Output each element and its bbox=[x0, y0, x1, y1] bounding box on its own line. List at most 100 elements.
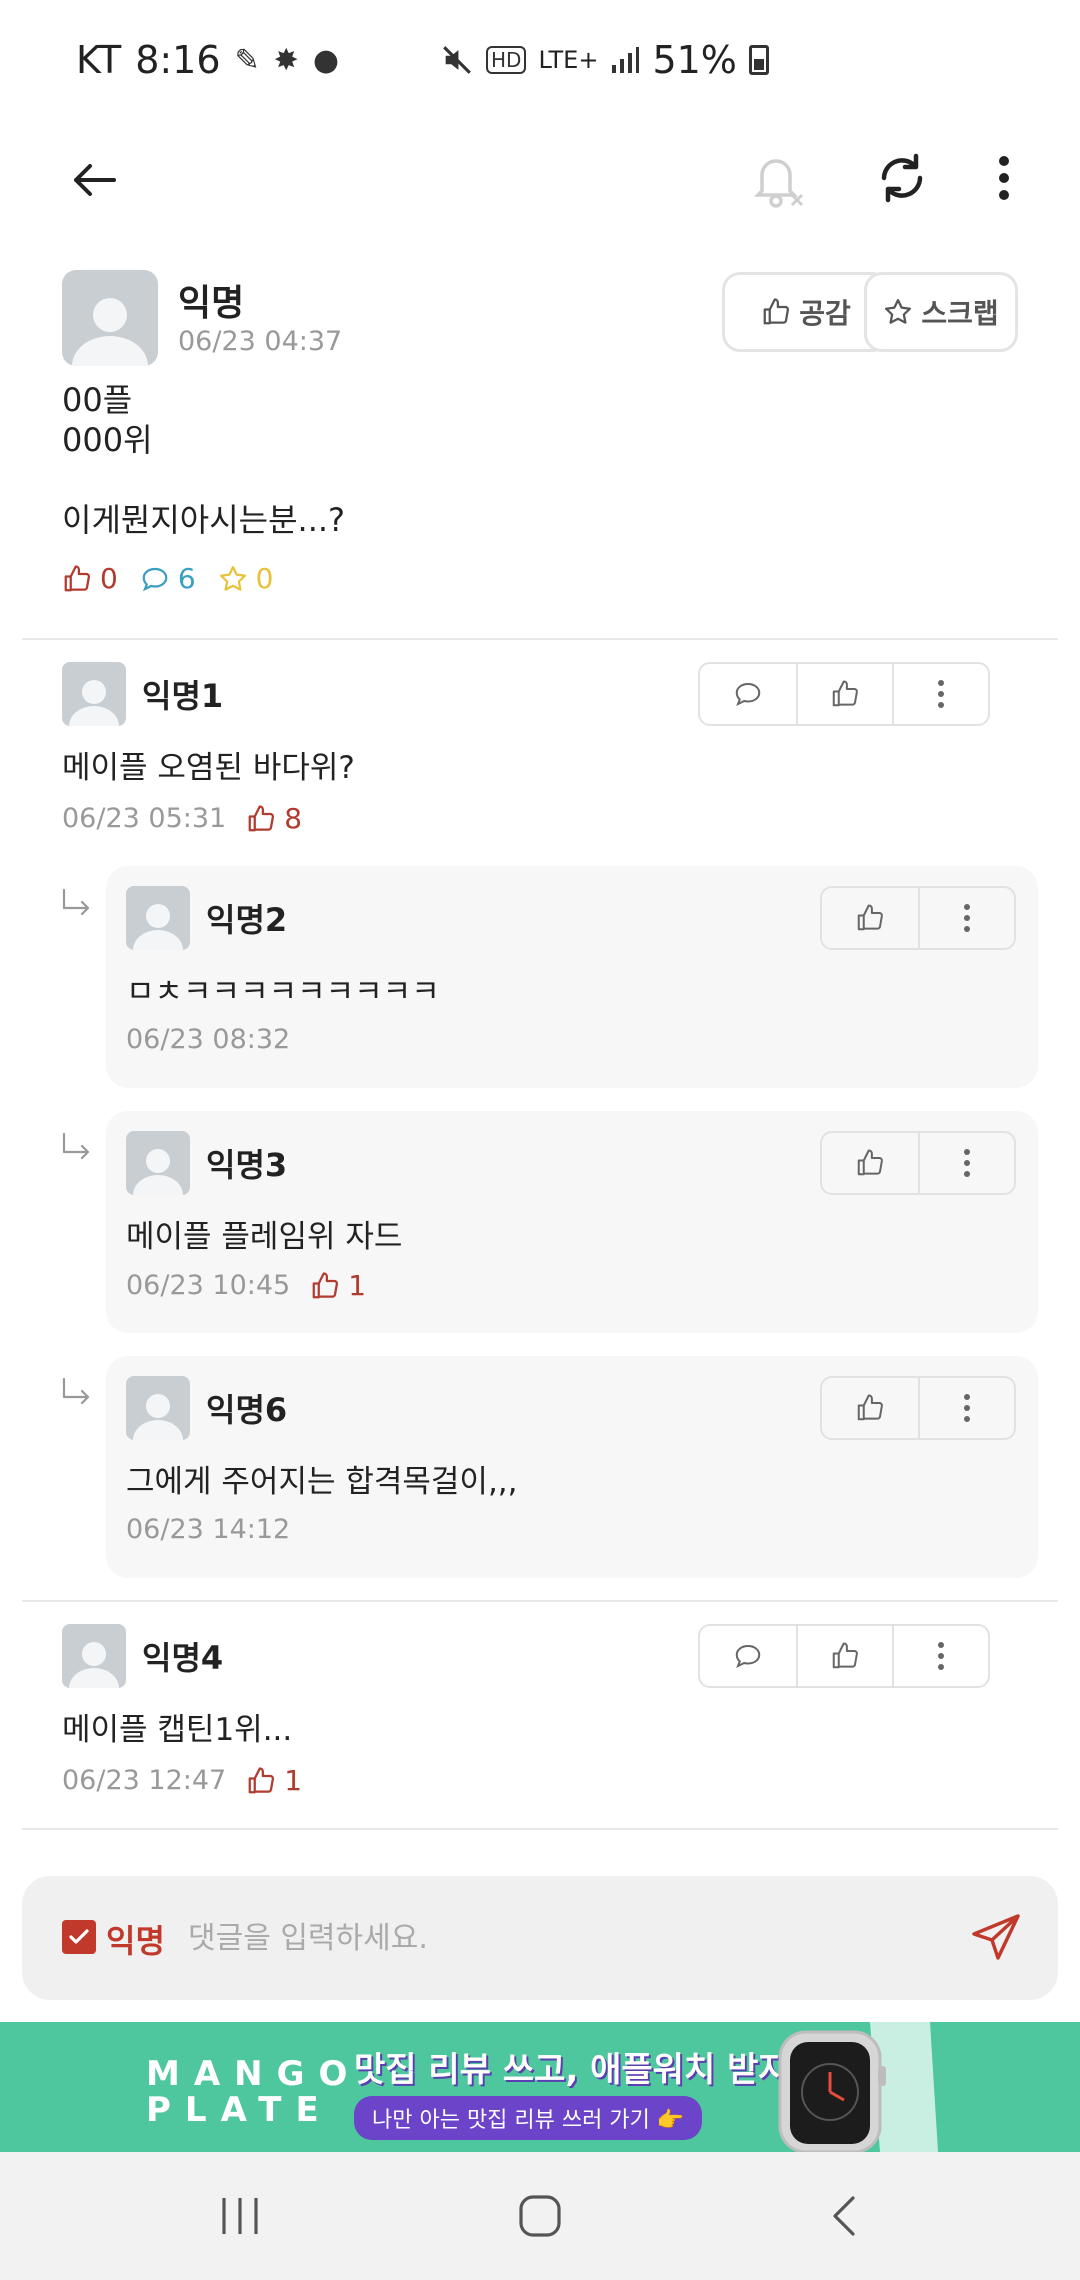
scrap-label: 스크랩 bbox=[921, 297, 999, 330]
carrier-label: KT bbox=[76, 38, 122, 82]
speech-bubble-icon bbox=[735, 1644, 761, 1668]
post-stats: 0 6 0 bbox=[62, 562, 273, 595]
reply-comment: 익명3 메이플 플레임위 자드 06/23 10:45 1 bbox=[106, 1111, 1038, 1333]
navigation-bar bbox=[0, 2152, 1080, 2280]
comment-time: 06/23 10:45 bbox=[126, 1270, 291, 1301]
divider bbox=[22, 1828, 1058, 1830]
speech-bubble-icon bbox=[735, 682, 761, 706]
battery-icon bbox=[748, 45, 769, 75]
reply-button[interactable] bbox=[700, 1626, 796, 1686]
comment-text: 메이플 오염된 바다위? bbox=[62, 750, 355, 786]
ad-banner[interactable]: MANGO PLATE 맛집 리뷰 쓰고, 애플워치 받자! 나만 아는 맛집 … bbox=[0, 2022, 1080, 2152]
reply-comment: 익명6 그에게 주어지는 합격목걸이,,, 06/23 14:12 bbox=[106, 1356, 1038, 1578]
like-label: 공감 bbox=[799, 297, 851, 330]
comment-actions bbox=[698, 662, 990, 726]
thumbs-up-icon bbox=[832, 680, 858, 707]
star-icon bbox=[885, 299, 912, 324]
comment-avatar bbox=[126, 886, 190, 950]
comment-actions bbox=[820, 1376, 1016, 1440]
like-count: 0 bbox=[100, 562, 118, 595]
more-vertical-icon bbox=[964, 904, 970, 932]
more-options-button[interactable] bbox=[980, 146, 1028, 210]
comment-time: 06/23 05:31 bbox=[62, 803, 227, 834]
like-comment-button[interactable] bbox=[822, 1133, 918, 1193]
scrap-count: 0 bbox=[255, 562, 274, 595]
comment-time: 06/23 14:12 bbox=[126, 1514, 291, 1545]
home-button[interactable] bbox=[500, 2186, 580, 2246]
reply-arrow-icon bbox=[62, 888, 90, 916]
notification-off-button[interactable] bbox=[746, 144, 810, 214]
more-vertical-icon bbox=[964, 1394, 970, 1422]
comment-text: 메이플 플레임위 자드 bbox=[126, 1219, 403, 1255]
comment-like-count: 8 bbox=[284, 802, 303, 835]
comment-text: 메이플 캡틴1위... bbox=[62, 1712, 293, 1748]
comment: 익명1 메이플 오염된 바다위? 06/23 05:31 8 bbox=[62, 662, 1018, 852]
divider bbox=[22, 638, 1058, 640]
scrap-count-icon bbox=[219, 565, 246, 591]
comment-menu-button[interactable] bbox=[892, 664, 988, 724]
comment-input[interactable] bbox=[188, 1912, 948, 1964]
thumbs-up-icon bbox=[857, 904, 883, 931]
comment-author: 익명3 bbox=[206, 1146, 288, 1184]
status-bar: KT 8:16 ✎ ✸ ● HD LTE+ 51% bbox=[0, 0, 1080, 120]
reply-comment: 익명2 ㅁㅊㅋㅋㅋㅋㅋㅋㅋㅋㅋ 06/23 08:32 bbox=[106, 866, 1038, 1088]
comment-time: 06/23 12:47 bbox=[62, 1765, 227, 1796]
comment-actions bbox=[820, 1131, 1016, 1195]
pen-notification-icon: ✎ bbox=[234, 42, 260, 78]
send-icon bbox=[972, 1914, 1020, 1960]
comment-actions bbox=[698, 1624, 990, 1688]
scrap-button[interactable]: 스크랩 bbox=[864, 272, 1018, 352]
recent-apps-button[interactable] bbox=[200, 2186, 280, 2246]
refresh-button[interactable] bbox=[870, 146, 934, 210]
thumbs-up-icon bbox=[832, 1642, 858, 1669]
thumbs-up-icon bbox=[857, 1394, 883, 1421]
signal-icon bbox=[612, 47, 640, 73]
author-avatar bbox=[62, 270, 158, 366]
post: 익명 06/23 04:37 공감 스크랩 00플 000위 이게뭔지아시는분.… bbox=[62, 270, 1018, 610]
like-comment-button[interactable] bbox=[796, 1626, 892, 1686]
comment: 익명4 메이플 캡틴1위... 06/23 12:47 1 bbox=[62, 1624, 1018, 1814]
comment-avatar bbox=[62, 1624, 126, 1688]
system-back-button[interactable] bbox=[804, 2186, 884, 2246]
more-vertical-icon bbox=[938, 1642, 944, 1670]
comment-menu-button[interactable] bbox=[918, 1133, 1014, 1193]
send-button[interactable] bbox=[968, 1910, 1024, 1970]
thumbs-up-icon bbox=[763, 298, 790, 325]
like-count-icon bbox=[248, 1766, 275, 1793]
arrow-left-icon bbox=[74, 164, 116, 196]
comment-input-bar: 익명 bbox=[22, 1876, 1058, 2000]
comment-menu-button[interactable] bbox=[918, 888, 1014, 948]
anonymous-checkbox[interactable] bbox=[62, 1920, 96, 1954]
more-vertical-icon bbox=[999, 156, 1009, 200]
comment-menu-button[interactable] bbox=[918, 1378, 1014, 1438]
comment-like-count: 1 bbox=[284, 1764, 303, 1797]
comment-author: 익명2 bbox=[206, 901, 288, 939]
badge-notification-icon: ✸ bbox=[273, 42, 299, 78]
comment-avatar bbox=[126, 1131, 190, 1195]
back-button[interactable] bbox=[64, 150, 124, 210]
like-comment-button[interactable] bbox=[822, 888, 918, 948]
mute-icon bbox=[443, 46, 471, 74]
recent-apps-icon bbox=[222, 2198, 258, 2234]
clock: 8:16 bbox=[135, 38, 221, 82]
more-vertical-icon bbox=[964, 1149, 970, 1177]
comment-text: ㅁㅊㅋㅋㅋㅋㅋㅋㅋㅋㅋ bbox=[126, 974, 440, 1010]
network-type: LTE+ bbox=[538, 46, 599, 74]
chevron-left-icon bbox=[833, 2196, 855, 2236]
comment-actions bbox=[820, 886, 1016, 950]
reply-button[interactable] bbox=[700, 664, 796, 724]
comment-avatar bbox=[126, 1376, 190, 1440]
comment-text: 그에게 주어지는 합격목걸이,,, bbox=[126, 1464, 518, 1500]
like-count-icon bbox=[312, 1271, 339, 1298]
post-body: 00플 000위 이게뭔지아시는분...? bbox=[62, 381, 346, 539]
comment-menu-button[interactable] bbox=[892, 1626, 988, 1686]
comment-author: 익명4 bbox=[142, 1639, 224, 1677]
more-vertical-icon bbox=[938, 680, 944, 708]
like-comment-button[interactable] bbox=[796, 664, 892, 724]
comment-author: 익명1 bbox=[142, 677, 224, 715]
refresh-icon bbox=[881, 153, 923, 203]
like-comment-button[interactable] bbox=[822, 1378, 918, 1438]
checkmark-icon bbox=[69, 1929, 89, 1944]
app-bar bbox=[0, 120, 1080, 235]
post-time: 06/23 04:37 bbox=[178, 326, 343, 357]
